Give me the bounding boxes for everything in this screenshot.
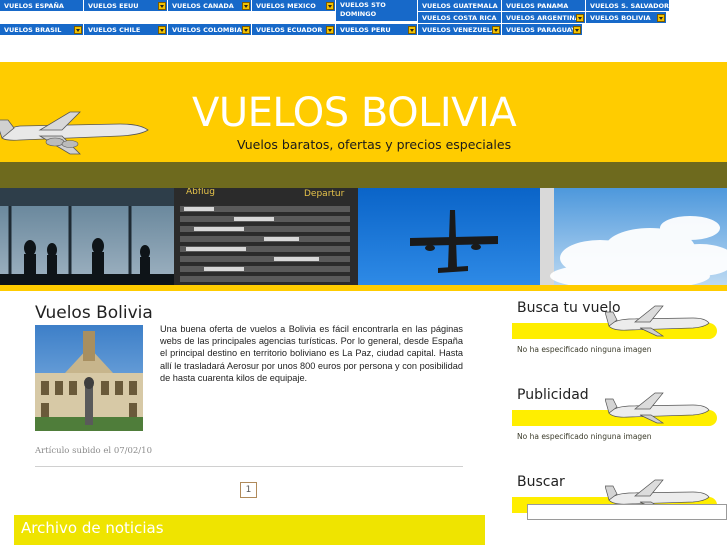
departures-board-image: Abflug Departur <box>174 188 358 285</box>
airplane-icon <box>0 111 149 155</box>
nav-item-peru[interactable]: VUELOS PERU <box>336 24 418 36</box>
flight-search-note: No ha especificado ninguna imagen <box>517 345 652 354</box>
article-date: Artículo subido el 07/02/10 <box>35 446 152 456</box>
airplane-icon <box>605 305 710 337</box>
search-widget: Buscar <box>510 474 727 545</box>
news-archive-title: Archivo de noticias <box>21 519 164 537</box>
airplane-icon <box>605 392 710 424</box>
article-title: Vuelos Bolivia <box>35 303 153 323</box>
nav-item-colombia[interactable]: VUELOS COLOMBIA <box>168 24 252 36</box>
nav-item-brasil[interactable]: VUELOS BRASIL <box>0 24 84 36</box>
dropdown-arrow-icon[interactable] <box>492 26 500 34</box>
ads-title: Publicidad <box>517 387 589 403</box>
nav-item-bolivia[interactable]: VUELOS BOLIVIA <box>586 12 667 24</box>
dropdown-arrow-icon[interactable] <box>657 14 665 22</box>
nav-item-ecuador[interactable]: VUELOS ECUADOR <box>252 24 336 36</box>
nav-item-paraguay[interactable]: VUELOS PARAGUAY <box>502 24 583 36</box>
search-input[interactable] <box>527 504 727 520</box>
svg-text:Departur: Departur <box>304 189 345 199</box>
header-bar <box>0 162 727 188</box>
nav-item-chile[interactable]: VUELOS CHILE <box>84 24 168 36</box>
nav-item-mexico[interactable]: VUELOS MEXICO <box>252 0 336 12</box>
dropdown-arrow-icon[interactable] <box>158 2 166 10</box>
dropdown-arrow-icon[interactable] <box>576 14 584 22</box>
dropdown-arrow-icon[interactable] <box>326 2 334 10</box>
flight-search-widget: Busca tu vuelo No ha especificado ningun… <box>510 300 727 378</box>
ads-note: No ha especificado ninguna imagen <box>517 432 652 441</box>
dropdown-arrow-icon[interactable] <box>573 26 581 34</box>
news-archive-header: Archivo de noticias <box>14 515 485 545</box>
dropdown-arrow-icon[interactable] <box>242 2 250 10</box>
nav-item-espana[interactable]: VUELOS ESPAÑA <box>0 0 84 12</box>
dropdown-arrow-icon[interactable] <box>74 26 82 34</box>
dropdown-arrow-icon[interactable] <box>408 26 416 34</box>
dropdown-arrow-icon[interactable] <box>158 26 166 34</box>
nav-item-canada[interactable]: VUELOS CANADA <box>168 0 252 12</box>
clouds-image <box>540 188 727 285</box>
la-paz-building-image <box>35 325 143 431</box>
top-nav: VUELOS ESPAÑA VUELOS EEUU VUELOS CANADA … <box>0 0 727 36</box>
site-subtitle: Vuelos baratos, ofertas y precios especi… <box>237 137 512 152</box>
content-divider <box>35 466 463 467</box>
flight-search-title: Busca tu vuelo <box>517 300 621 316</box>
pagination-page-button[interactable]: 1 <box>240 482 257 498</box>
nav-item-panama[interactable]: VUELOS PANAMA <box>502 0 586 12</box>
nav-item-argentina[interactable]: VUELOS ARGENTINA <box>502 12 586 24</box>
banner: Abflug Departur <box>0 188 727 285</box>
svg-text:Abflug: Abflug <box>186 188 215 197</box>
site-header: VUELOS BOLIVIA Vuelos baratos, ofertas y… <box>0 62 727 162</box>
nav-item-s-salvador[interactable]: VUELOS S. SALVADOR <box>586 0 670 12</box>
ads-widget: Publicidad No ha especificado ninguna im… <box>510 387 727 465</box>
article-body: Una buena oferta de vuelos a Bolivia es … <box>160 324 463 383</box>
dropdown-arrow-icon[interactable] <box>242 26 250 34</box>
nav-item-sto-domingo[interactable]: VUELOS STO DOMINGO <box>336 0 418 22</box>
airplane-sky-image <box>358 188 540 285</box>
site-title: VUELOS BOLIVIA <box>192 90 517 136</box>
nav-item-guatemala[interactable]: VUELOS GUATEMALA <box>418 0 502 12</box>
airport-silhouettes-image <box>0 188 174 285</box>
page: VUELOS ESPAÑA VUELOS EEUU VUELOS CANADA … <box>0 0 727 545</box>
nav-item-venezuela[interactable]: VUELOS VENEZUELA <box>418 24 502 36</box>
search-title: Buscar <box>517 474 565 490</box>
nav-item-costa-rica[interactable]: VUELOS COSTA RICA <box>418 12 502 24</box>
nav-item-eeuu[interactable]: VUELOS EEUU <box>84 0 168 12</box>
dropdown-arrow-icon[interactable] <box>326 26 334 34</box>
banner-strip <box>0 285 727 291</box>
